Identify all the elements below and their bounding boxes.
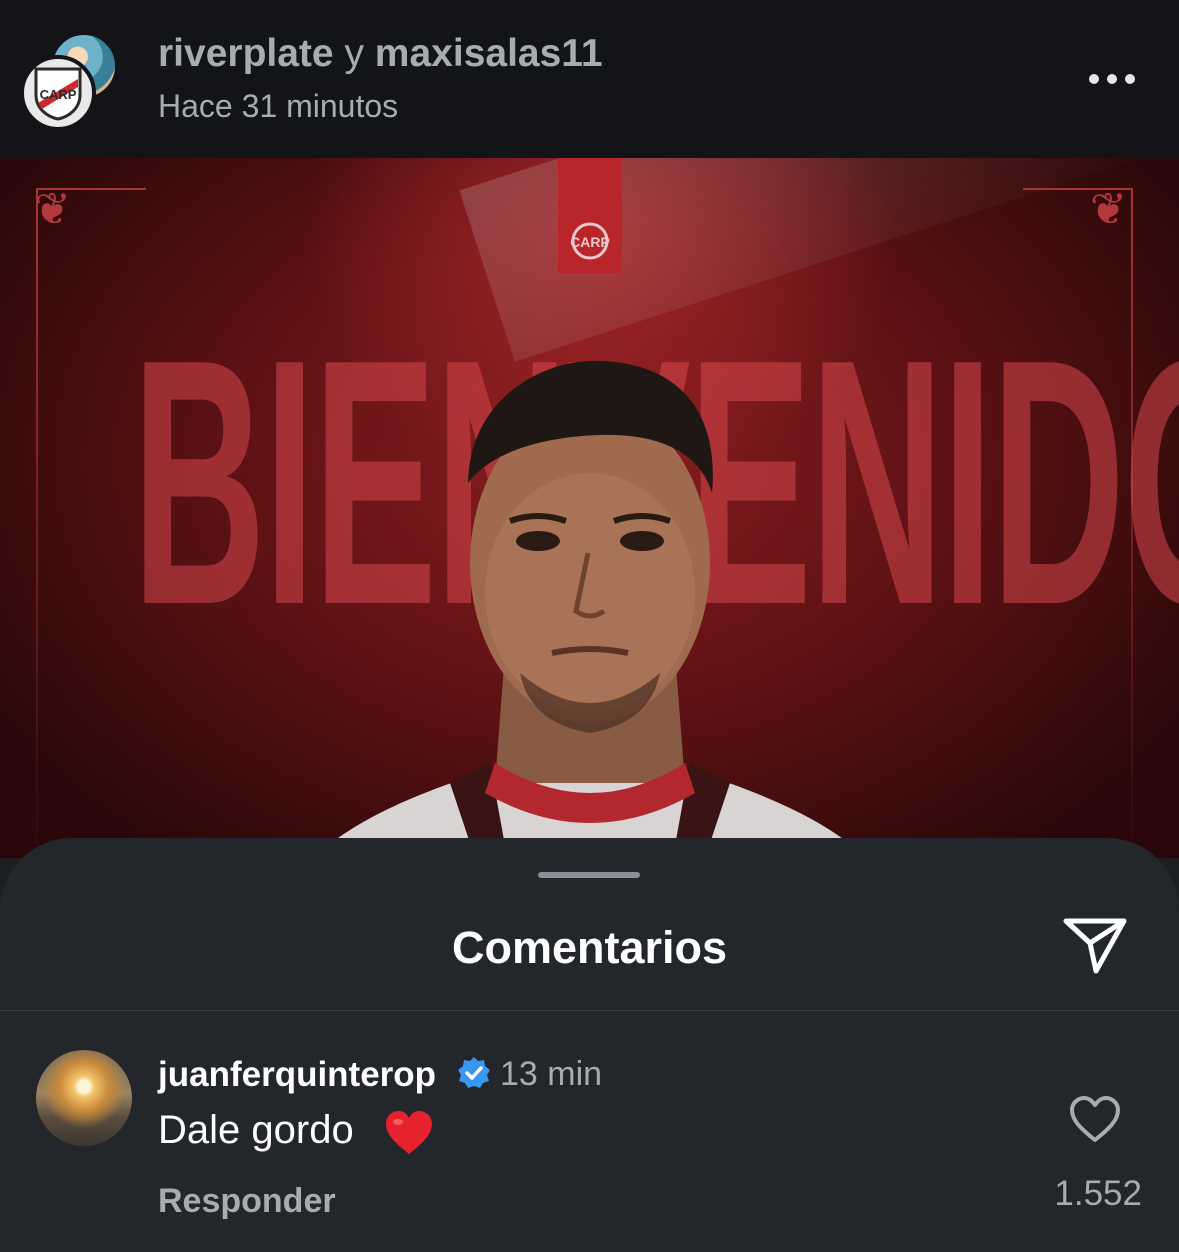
crest-banner: CARP — [558, 158, 622, 273]
more-horizontal-icon[interactable] — [1084, 62, 1140, 96]
svg-text:CARP: CARP — [40, 87, 77, 102]
ornament-icon-left: ❦ — [34, 185, 71, 234]
collab-avatars[interactable]: CARP — [20, 30, 120, 131]
screen: CARP riverplate y maxisalas11 Hace 31 mi… — [0, 0, 1179, 1252]
avatar-riverplate[interactable]: CARP — [20, 55, 96, 131]
svg-text:CARP: CARP — [570, 234, 610, 250]
red-heart-emoji-icon — [386, 1111, 432, 1154]
author-maxisalas11[interactable]: maxisalas11 — [375, 32, 603, 75]
heart-outline-icon[interactable] — [1068, 1094, 1122, 1144]
comments-sheet: Comentarios juanferquinterop 13 min Dale… — [0, 838, 1179, 1252]
author-riverplate[interactable]: riverplate — [158, 32, 334, 75]
ornament-icon-right: ❦ — [1090, 185, 1127, 234]
comment-item: juanferquinterop 13 min Dale gordo Respo… — [0, 1038, 1179, 1252]
reply-button[interactable]: Responder — [158, 1182, 336, 1221]
river-plate-crest-icon: CARP — [570, 222, 610, 260]
post-authors: riverplate y maxisalas11 — [158, 32, 603, 76]
post-time: Hace 31 minutos — [158, 88, 399, 124]
sheet-divider — [0, 1010, 1179, 1011]
paper-plane-icon[interactable] — [1060, 915, 1130, 975]
post-image[interactable]: ❦ ❦ CARP BIENVENIDO — [0, 158, 1179, 858]
author-connector: y — [344, 32, 364, 75]
verified-badge-icon — [458, 1057, 490, 1088]
comment-text: Dale gordo — [158, 1108, 354, 1152]
commenter-avatar[interactable] — [36, 1050, 132, 1146]
comment-time: 13 min — [500, 1055, 603, 1093]
sheet-grabber[interactable] — [538, 872, 640, 878]
like-count: 1.552 — [1054, 1174, 1142, 1213]
sheet-title: Comentarios — [451, 922, 728, 973]
player-portrait — [313, 360, 867, 858]
frame-line-left — [36, 188, 38, 858]
river-plate-crest-icon: CARP — [34, 67, 82, 121]
comment-username[interactable]: juanferquinterop — [158, 1055, 436, 1095]
post-header: CARP riverplate y maxisalas11 Hace 31 mi… — [0, 0, 1179, 158]
